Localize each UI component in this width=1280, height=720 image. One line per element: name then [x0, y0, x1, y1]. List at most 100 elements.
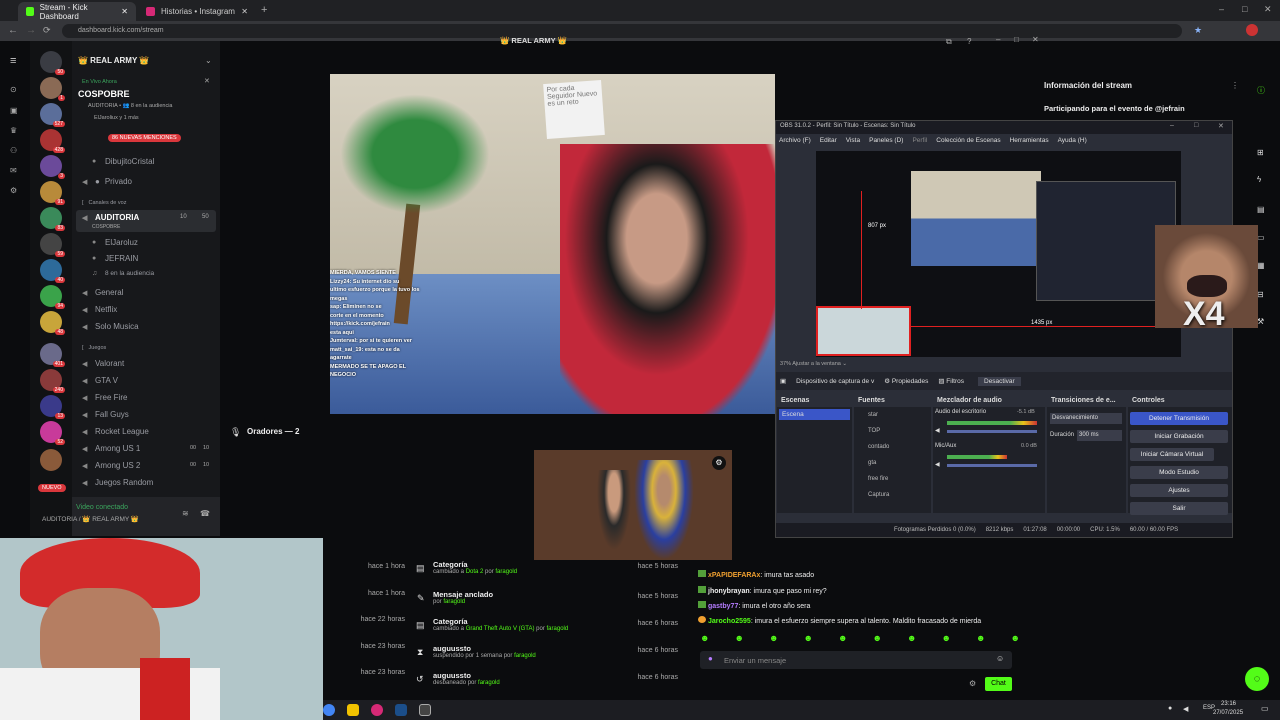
transition-select[interactable]: Desvanecimiento	[1050, 413, 1122, 424]
tool-icon[interactable]: ▦	[1257, 261, 1265, 270]
stream-video-player[interactable]: Por cada Seguidor Nuevo es un reto MIERD…	[330, 74, 775, 414]
bookmark-star-icon[interactable]: ★	[1194, 25, 1202, 36]
chrome-icon[interactable]	[323, 704, 335, 716]
speaker-icon[interactable]: ◀	[935, 461, 940, 468]
source-item[interactable]: contado	[868, 439, 931, 455]
studio-mode-button[interactable]: Modo Estudio	[1130, 466, 1228, 479]
folder-icon[interactable]	[347, 704, 359, 716]
server-icon[interactable]: 240	[40, 369, 65, 393]
speaker-icon[interactable]: ◀	[935, 427, 940, 434]
emote-icon[interactable]: ☻	[700, 633, 709, 645]
scene-item[interactable]: Escena	[779, 409, 850, 420]
tool-icon[interactable]: ⓘ	[1257, 85, 1265, 96]
activity-sub-highlight[interactable]: Dota 2	[466, 569, 484, 575]
volume-slider[interactable]	[947, 464, 1037, 467]
chat-username[interactable]: gastby77	[708, 603, 738, 610]
channel-item[interactable]: ◀ GTA V	[82, 376, 118, 385]
chat-message[interactable]: gastby77: imura el otro año sera	[698, 601, 810, 610]
chat-settings-icon[interactable]: ⚙	[969, 679, 976, 688]
channel-item[interactable]: ◀ Juegos Random	[82, 478, 153, 487]
server-icon[interactable]: 401	[40, 343, 65, 367]
channel-item[interactable]: ◀ Solo Musica	[82, 322, 139, 331]
chat-message[interactable]: jhonybrayan: imura que paso mi rey?	[698, 586, 827, 595]
games-category[interactable]: [Juegos	[82, 345, 106, 351]
settings-button[interactable]: Ajustes	[1130, 484, 1228, 497]
live-activity-title[interactable]: COSPOBRE	[78, 89, 130, 99]
close-icon[interactable]: ✕	[204, 77, 210, 85]
chat-message[interactable]: Jarocho2595: imura el esfuerzo siempre s…	[698, 616, 981, 625]
help-icon[interactable]: ?	[967, 37, 971, 46]
channel-item[interactable]: ◀ Fall Guys	[82, 410, 129, 419]
channel-auditoria[interactable]: ◀ AUDITORIA	[82, 213, 139, 222]
source-item[interactable]: gta	[868, 455, 931, 471]
close-icon[interactable]: ✕	[1218, 122, 1224, 130]
activity-sub-highlight[interactable]: Grand Theft Auto V (GTA)	[466, 626, 535, 632]
minimize-icon[interactable]: –	[1219, 4, 1224, 14]
emote-icon[interactable]: ☻	[907, 633, 916, 645]
minimize-icon[interactable]: –	[1170, 122, 1174, 129]
nav-trophy-icon[interactable]: ♛	[10, 126, 17, 135]
source-item[interactable]: TOP	[868, 423, 931, 439]
mic-icon[interactable]: ●	[708, 654, 713, 663]
server-icon[interactable]: 1	[40, 77, 65, 101]
menu-editar[interactable]: Editar	[820, 137, 837, 144]
menu-perfil[interactable]: Perfil	[912, 137, 927, 144]
source-item[interactable]: free fire	[868, 471, 931, 487]
chat-send-button[interactable]: Chat	[985, 677, 1012, 691]
menu-herramientas[interactable]: Herramientas	[1010, 137, 1049, 144]
filters-button[interactable]: ▨ Filtros	[938, 377, 964, 385]
server-icon[interactable]: 3	[40, 155, 65, 179]
activity-row[interactable]: ⧗ auguussto suspendido por 1 semana por …	[410, 644, 688, 659]
activity-row[interactable]: ▤ Categoría cambiado a Grand Theft Auto …	[410, 617, 688, 632]
close-icon[interactable]: ✕	[241, 7, 248, 16]
emote-icon[interactable]: ☻	[976, 633, 985, 645]
activity-user-link[interactable]: faragold	[478, 680, 500, 686]
server-icon[interactable]: 48	[40, 311, 65, 335]
start-recording-button[interactable]: Iniciar Grabación	[1130, 430, 1228, 443]
close-icon[interactable]: ✕	[1032, 35, 1039, 44]
nav-settings-icon[interactable]: ⚙	[10, 186, 17, 195]
obs-preview[interactable]: 807 px 1435 px	[816, 151, 1181, 357]
back-arrow-icon[interactable]: ←	[8, 25, 18, 36]
maximize-icon[interactable]: □	[1242, 4, 1247, 14]
chat-bubble-icon[interactable]: ▭	[1257, 233, 1265, 242]
server-icon[interactable]: 428	[40, 129, 65, 153]
activity-row[interactable]: ✎ Mensaje anclado por faragold hace 5 ho…	[410, 590, 688, 605]
obs-icon[interactable]	[371, 704, 383, 716]
channel-item[interactable]: ● DibujitoCristal	[92, 157, 154, 166]
server-name[interactable]: 👑 REAL ARMY 👑	[78, 56, 149, 65]
hamburger-menu-icon[interactable]: ≡	[10, 55, 16, 67]
stop-stream-button[interactable]: Detener Transmisión	[1130, 412, 1228, 425]
activity-user-link[interactable]: faragold	[514, 653, 536, 659]
emote-icon[interactable]: ☻	[769, 633, 778, 645]
emote-icon[interactable]: ☻	[804, 633, 813, 645]
server-icon[interactable]: 13	[40, 395, 65, 419]
chat-username[interactable]: Jarocho2595	[708, 618, 751, 625]
channel-item[interactable]: ◀ ● Privado	[82, 177, 132, 186]
start-virtual-cam-button[interactable]: Iniciar Cámara Virtual	[1130, 448, 1214, 461]
close-icon[interactable]: ✕	[121, 7, 128, 16]
activity-row[interactable]: ▤ Categoría cambiado a Dota 2 por farago…	[410, 560, 688, 575]
more-options-icon[interactable]: ⋮	[1231, 81, 1239, 90]
channel-item[interactable]: ◀ General	[82, 288, 123, 297]
channel-item[interactable]: ◀ Valorant	[82, 359, 124, 368]
volume-slider[interactable]	[947, 430, 1037, 433]
server-icon[interactable]: 83	[40, 207, 65, 231]
chat-username[interactable]: jhonybrayan	[708, 588, 750, 595]
channel-item[interactable]: ◀ Netflix	[82, 305, 117, 314]
noise-suppression-icon[interactable]: ≋	[182, 509, 189, 518]
server-icon[interactable]: 94	[40, 285, 65, 309]
server-icon[interactable]	[40, 449, 62, 471]
chevron-down-icon[interactable]: ⌄	[205, 56, 212, 65]
camera-settings-icon[interactable]: ⚙	[712, 456, 726, 470]
channel-item[interactable]: ◀ Rocket League	[82, 427, 149, 436]
volume-tray-icon[interactable]: ◀	[1183, 705, 1188, 713]
audience-row[interactable]: ♫ 8 en la audiencia	[92, 270, 154, 277]
deactivate-button[interactable]: Desactivar	[978, 376, 1021, 386]
chat-input[interactable]: ● Enviar un mensaje ☺	[700, 651, 1012, 669]
emote-icon[interactable]: ☻	[838, 633, 847, 645]
wrench-icon[interactable]: ⚒	[1257, 317, 1264, 326]
duration-input[interactable]: 300 ms	[1077, 430, 1122, 441]
source-item[interactable]: Captura	[868, 487, 931, 503]
server-icon[interactable]: 50	[40, 51, 65, 75]
